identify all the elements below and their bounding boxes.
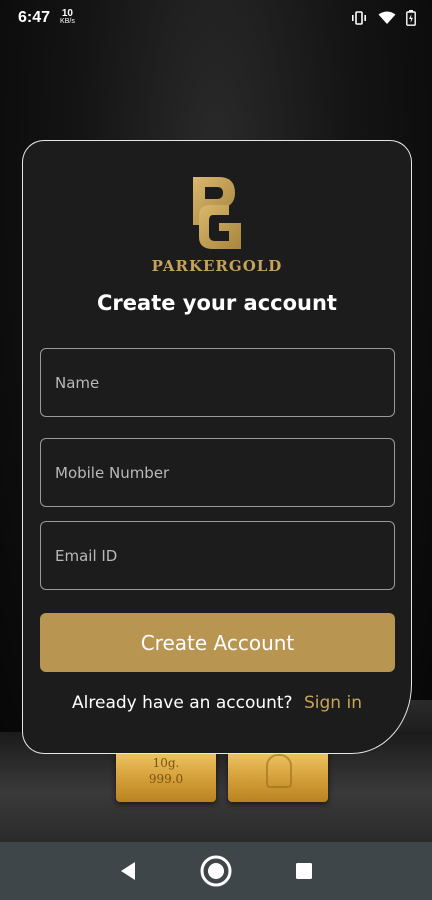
status-time: 6:47: [18, 9, 51, 26]
signup-card: PARKERGOLD Create your account Create Ac…: [22, 140, 412, 754]
gold-bar-purity: 999.0: [148, 772, 184, 786]
home-icon[interactable]: [196, 851, 236, 891]
system-nav-bar: [0, 842, 432, 900]
brand-logo: PARKERGOLD: [23, 175, 411, 275]
gold-bar: 10g. 999.0: [116, 750, 216, 802]
create-account-button[interactable]: Create Account: [40, 613, 395, 672]
email-field[interactable]: [40, 521, 395, 590]
brand-name: PARKERGOLD: [151, 257, 283, 275]
email-input[interactable]: [41, 522, 394, 589]
name-field[interactable]: [40, 348, 395, 417]
page-title: Create your account: [97, 291, 337, 315]
mobile-number-field[interactable]: [40, 438, 395, 507]
vibrate-icon: [350, 11, 368, 25]
back-icon[interactable]: [108, 851, 148, 891]
gold-bar: [228, 750, 328, 802]
status-bar: 6:47 10 KB/s: [0, 0, 432, 36]
network-speed: 10 KB/s: [60, 8, 75, 26]
battery-icon: [406, 10, 416, 26]
network-speed-unit: KB/s: [60, 18, 75, 25]
gold-emblem-icon: [266, 754, 292, 788]
recents-icon[interactable]: [284, 851, 324, 891]
network-speed-value: 10: [61, 8, 73, 19]
wifi-icon: [378, 11, 396, 25]
mobile-number-input[interactable]: [41, 439, 394, 506]
signin-link[interactable]: Sign in: [304, 693, 362, 713]
gold-bar-weight: 10g.: [152, 756, 180, 770]
parkergold-logo-icon: [189, 175, 245, 251]
signin-prompt: Already have an account?: [72, 693, 293, 713]
signin-row: Already have an account? Sign in: [23, 693, 411, 713]
name-input[interactable]: [41, 349, 394, 416]
